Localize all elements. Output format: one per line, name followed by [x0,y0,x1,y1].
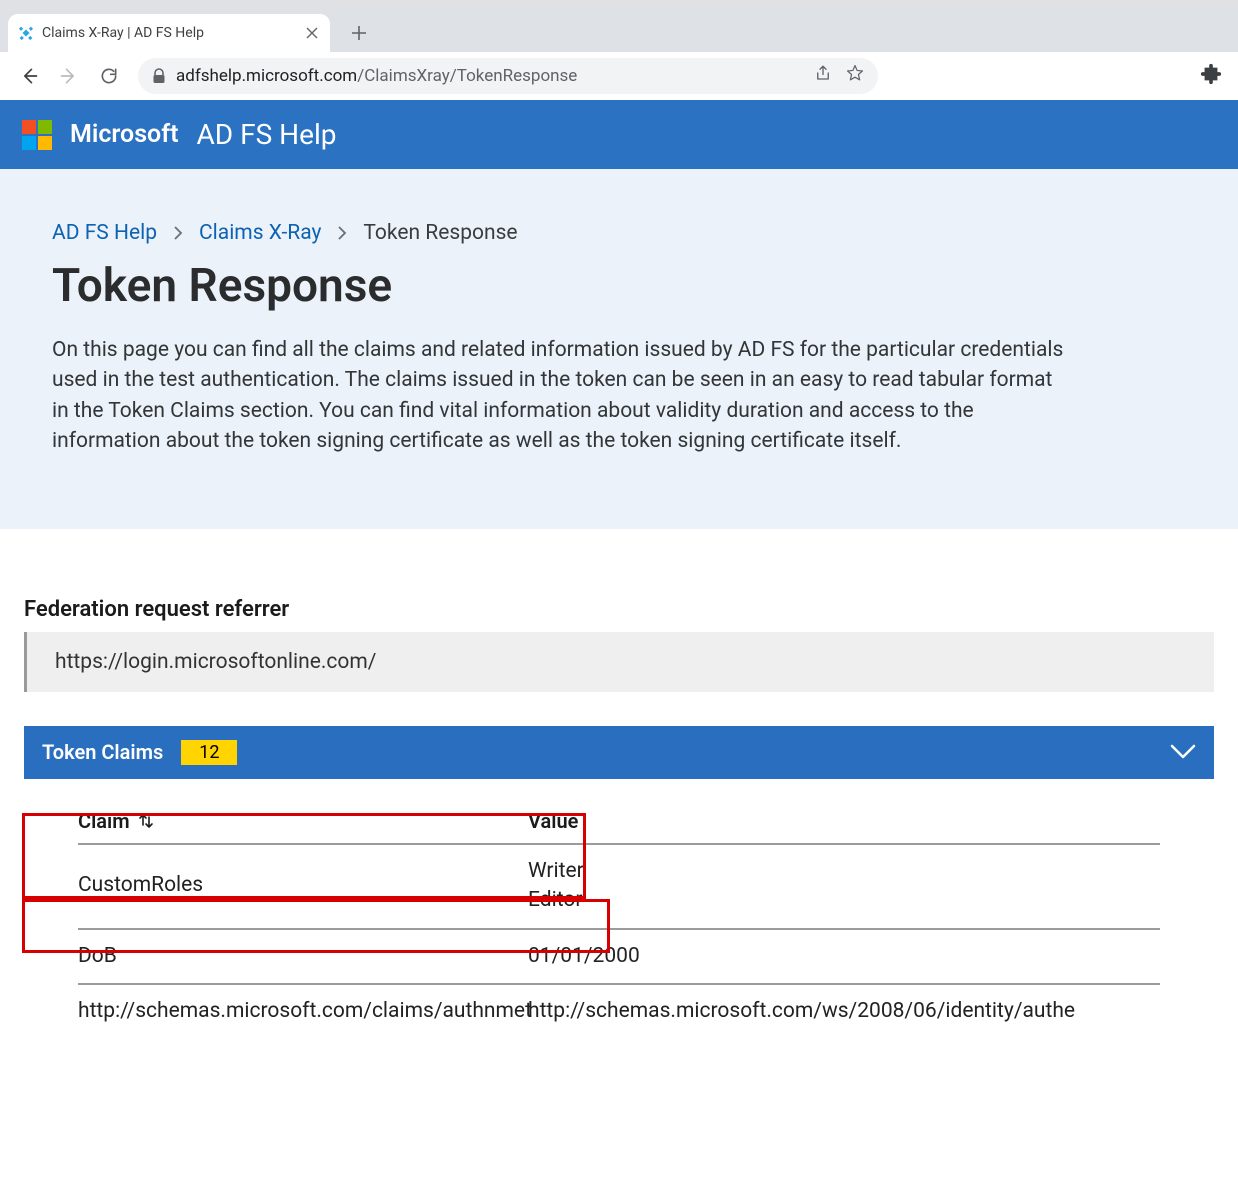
reload-button[interactable] [92,59,126,93]
browser-tab[interactable]: Claims X-Ray | AD FS Help [8,14,330,52]
breadcrumb-current: Token Response [363,221,517,245]
page-description: On this page you can find all the claims… [52,335,1072,457]
cell-claim: DoB [78,942,528,971]
token-claims-header[interactable]: Token Claims 12 [24,726,1214,779]
browser-toolbar: adfshelp.microsoft.com/ClaimsXray/TokenR… [0,52,1238,100]
site-header: Microsoft AD FS Help [0,100,1238,169]
url-text: adfshelp.microsoft.com/ClaimsXray/TokenR… [176,66,804,86]
tab-title: Claims X-Ray | AD FS Help [42,25,304,41]
referrer-value: https://login.microsoftonline.com/ [24,632,1214,692]
breadcrumb: AD FS Help Claims X-Ray Token Response [52,221,1186,245]
cell-claim: http://schemas.microsoft.com/claims/auth… [78,997,528,1023]
panel-title: Token Claims [42,740,163,764]
star-icon[interactable] [846,64,864,87]
claims-table: Claim Value CustomRoles Writer Editor Do… [24,779,1214,1023]
chevron-right-icon [173,226,183,240]
share-icon[interactable] [814,64,832,87]
address-bar[interactable]: adfshelp.microsoft.com/ClaimsXray/TokenR… [138,58,878,94]
extensions-icon[interactable] [1200,63,1222,89]
page-title: Token Response [52,259,1186,313]
claims-count-badge: 12 [181,740,237,765]
app-name[interactable]: AD FS Help [197,118,337,151]
url-path: /ClaimsXray/TokenResponse [357,66,577,86]
hero-band: AD FS Help Claims X-Ray Token Response T… [0,169,1238,529]
column-value-header[interactable]: Value [528,809,1160,833]
cell-claim: CustomRoles [78,871,528,900]
table-row: http://schemas.microsoft.com/claims/auth… [78,983,1160,1023]
table-row: CustomRoles Writer Editor [78,843,1160,928]
main-content: Federation request referrer https://logi… [0,529,1238,1023]
chevron-down-icon[interactable] [1170,744,1196,760]
column-claim-header[interactable]: Claim [78,809,130,833]
url-host: adfshelp.microsoft.com [176,66,357,86]
new-tab-button[interactable] [344,18,374,48]
cell-value: 01/01/2000 [528,942,1160,971]
lock-icon [152,68,166,84]
cell-value: Writer Editor [528,857,1160,916]
back-button[interactable] [12,59,46,93]
breadcrumb-section-link[interactable]: Claims X-Ray [199,221,321,245]
chevron-right-icon [337,226,347,240]
brand-name: Microsoft [70,120,179,149]
table-row: DoB 01/01/2000 [78,928,1160,983]
browser-chrome-top [0,0,1238,8]
referrer-label: Federation request referrer [24,597,1214,622]
close-icon[interactable] [304,25,320,41]
table-header-row: Claim Value [78,809,1160,843]
tab-favicon-icon [18,25,34,41]
microsoft-logo-icon [22,120,52,150]
sort-icon[interactable] [138,812,154,830]
forward-button[interactable] [52,59,86,93]
breadcrumb-root-link[interactable]: AD FS Help [52,221,157,245]
tab-strip: Claims X-Ray | AD FS Help [0,8,1238,52]
cell-value: http://schemas.microsoft.com/ws/2008/06/… [528,997,1160,1023]
